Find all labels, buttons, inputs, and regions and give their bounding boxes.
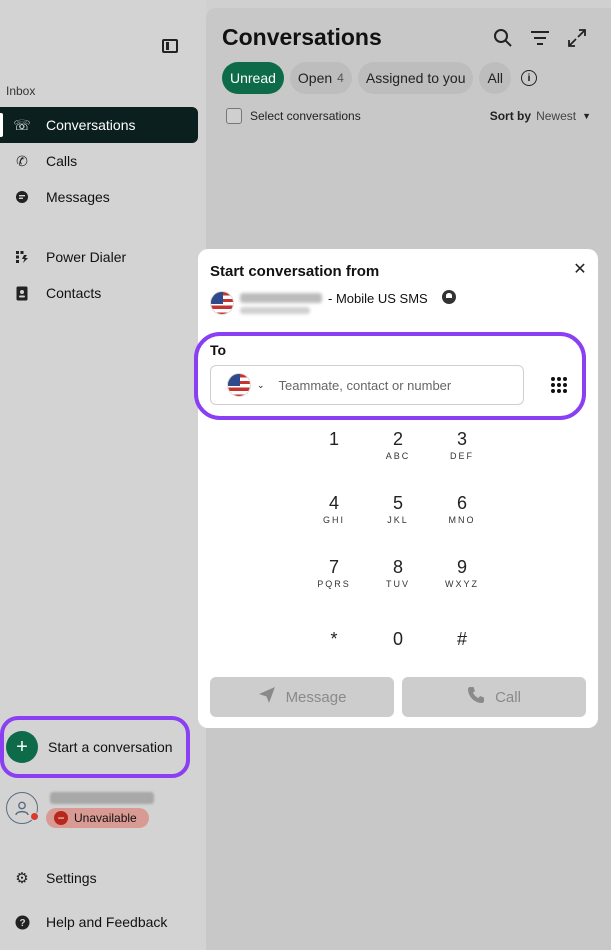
user-name-redacted	[50, 792, 154, 804]
filter-all-label: All	[487, 70, 504, 86]
filter-chips: Unread Open 4 Assigned to you All i	[222, 62, 538, 94]
filter-unread-label: Unread	[230, 70, 276, 86]
contacts-icon	[12, 283, 32, 303]
key-8[interactable]: 8 TUV	[366, 557, 430, 601]
expand-icon[interactable]	[565, 26, 589, 50]
key-0[interactable]: 0	[366, 629, 430, 673]
from-line-label: - Mobile US SMS	[328, 291, 428, 306]
key-hash[interactable]: #	[430, 629, 494, 673]
start-conversation-button[interactable]: + Start a conversation	[0, 716, 190, 778]
to-label: To	[210, 342, 227, 358]
select-conversations[interactable]: Select conversations	[226, 108, 361, 124]
agent-icon	[442, 290, 456, 304]
sidebar-collapse-icon[interactable]	[162, 39, 178, 53]
user-profile[interactable]: − Unavailable	[6, 792, 196, 836]
key-9[interactable]: 9 WXYZ	[430, 557, 494, 601]
filter-all[interactable]: All	[479, 62, 512, 94]
sidebar-item-label: Power Dialer	[46, 249, 127, 265]
settings-label: Settings	[46, 870, 97, 886]
sort-value: Newest	[536, 109, 577, 123]
chevron-down-icon[interactable]: ⌄	[257, 380, 265, 391]
sidebar-item-label: Contacts	[46, 285, 102, 301]
key-3[interactable]: 3 DEF	[430, 429, 494, 473]
power-dialer-icon	[12, 247, 32, 267]
key-6[interactable]: 6 MNO	[430, 493, 494, 537]
filter-open[interactable]: Open 4	[289, 62, 352, 94]
message-button-label: Message	[285, 688, 347, 706]
plus-icon: +	[6, 731, 38, 763]
sidebar-item-label: Calls	[46, 153, 78, 169]
unavailable-icon: −	[54, 811, 68, 825]
sidebar-item-calls[interactable]: ✆ Calls	[0, 143, 198, 179]
start-conversation-label: Start a conversation	[48, 739, 173, 755]
dialpad-icon[interactable]	[551, 377, 567, 393]
key-star[interactable]: *	[302, 629, 366, 673]
status-badge[interactable]: − Unavailable	[46, 808, 149, 828]
dialog-title: Start conversation from	[210, 263, 380, 280]
key-1[interactable]: 1	[302, 429, 366, 473]
start-conversation-dialog: Start conversation from ✕ - Mobile US SM…	[194, 249, 598, 728]
from-name-redacted	[240, 293, 322, 303]
call-button[interactable]: Call	[402, 677, 586, 717]
to-placeholder: Teammate, contact or number	[278, 377, 452, 393]
call-button-label: Call	[495, 688, 521, 706]
sidebar: Inbox ☏ Conversations ✆ Calls Messages P…	[0, 0, 206, 950]
inbox-section-label: Inbox	[6, 84, 36, 98]
country-flag-icon[interactable]	[227, 373, 251, 397]
us-flag-icon	[210, 291, 234, 315]
to-input[interactable]: ⌄ Teammate, contact or number	[210, 365, 524, 405]
key-4[interactable]: 4 GHI	[302, 493, 366, 537]
send-icon	[258, 686, 276, 709]
page-title: Conversations	[222, 24, 382, 50]
filter-unread[interactable]: Unread	[222, 62, 284, 94]
filter-icon[interactable]	[528, 26, 552, 50]
select-all-checkbox[interactable]	[226, 108, 242, 124]
phone-icon: ✆	[16, 152, 28, 169]
help-label: Help and Feedback	[46, 914, 168, 930]
filter-assigned[interactable]: Assigned to you	[357, 62, 474, 94]
help-icon: ?	[12, 912, 32, 932]
filter-assigned-label: Assigned to you	[365, 70, 466, 86]
sidebar-item-settings[interactable]: ⚙ Settings	[0, 860, 198, 896]
key-2[interactable]: 2 ABC	[366, 429, 430, 473]
from-number-selector[interactable]: - Mobile US SMS	[210, 290, 570, 319]
sidebar-item-contacts[interactable]: Contacts	[0, 275, 198, 311]
phone-icon	[467, 686, 485, 709]
caret-down-icon: ▼	[582, 111, 591, 121]
sidebar-item-label: Messages	[46, 189, 110, 205]
gear-icon: ⚙	[15, 870, 29, 887]
from-number-redacted	[240, 307, 310, 314]
sidebar-item-conversations[interactable]: ☏ Conversations	[0, 107, 198, 143]
key-5[interactable]: 5 JKL	[366, 493, 430, 537]
sidebar-item-messages[interactable]: Messages	[0, 179, 198, 215]
filter-open-label: Open	[297, 70, 333, 86]
sidebar-item-label: Conversations	[46, 117, 136, 133]
select-conversations-label: Select conversations	[250, 109, 361, 123]
sort-label: Sort by	[489, 109, 532, 123]
message-button[interactable]: Message	[210, 677, 394, 717]
message-icon	[12, 187, 32, 207]
status-label: Unavailable	[74, 811, 137, 825]
close-icon[interactable]: ✕	[572, 262, 588, 278]
status-dot	[30, 812, 39, 821]
search-icon[interactable]	[491, 26, 515, 50]
svg-text:?: ?	[19, 918, 25, 929]
sidebar-item-power-dialer[interactable]: Power Dialer	[0, 239, 198, 275]
info-icon[interactable]: i	[521, 70, 538, 86]
sort-dropdown[interactable]: Sort by Newest ▼	[490, 109, 591, 123]
phone-chat-icon: ☏	[13, 116, 31, 133]
key-7[interactable]: 7 PQRS	[302, 557, 366, 601]
sidebar-item-help[interactable]: ? Help and Feedback	[0, 904, 198, 940]
filter-open-count: 4	[337, 71, 344, 85]
user-icon	[15, 801, 29, 816]
